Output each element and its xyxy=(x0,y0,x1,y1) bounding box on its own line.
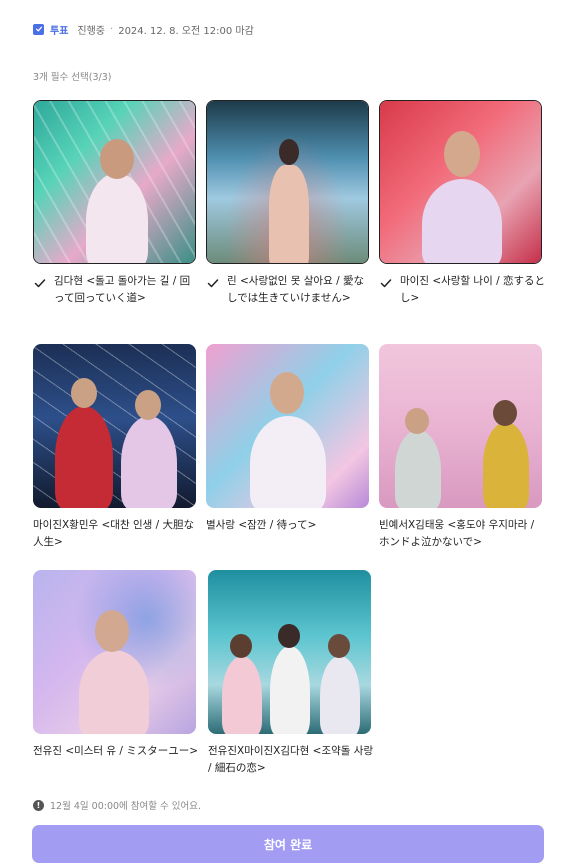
vote-option-card[interactable]: 마이진X황민우 <대찬 인생 / 大胆な人生> xyxy=(33,344,199,551)
vote-option-card[interactable]: 김다현 <돌고 돌아가는 길 / 回って回っていく道> xyxy=(33,100,199,307)
option-thumbnail xyxy=(379,344,542,508)
vote-option-card[interactable]: 빈예서X김태웅 <홍도야 우지마라 / ホンドよ泣かないで> xyxy=(379,344,545,551)
submit-button[interactable]: 참여 완료 xyxy=(32,825,544,863)
option-label: 전유진 <미스터 유 / ミスターユー> xyxy=(33,745,199,757)
option-label: 마이진 <사랑할 나이 / 恋するとし> xyxy=(400,275,545,304)
notice-text: 12월 4일 00:00에 참여할 수 있어요. xyxy=(50,801,202,812)
option-label: 마이진X황민우 <대찬 인생 / 大胆な人生> xyxy=(33,519,194,548)
check-icon xyxy=(34,279,46,288)
option-thumbnail xyxy=(379,100,542,264)
option-label: 전유진X마이진X김다현 <조약돌 사랑 / 細石の恋> xyxy=(208,745,374,774)
notice: ! 12월 4일 00:00에 참여할 수 있어요. xyxy=(33,798,201,812)
option-label: 별사랑 <잠깐 / 待って> xyxy=(206,519,317,531)
vote-option-card[interactable]: 전유진 <미스터 유 / ミスターユー> xyxy=(33,570,199,760)
option-thumbnail xyxy=(33,570,196,734)
check-icon xyxy=(380,279,392,288)
option-thumbnail xyxy=(208,570,371,734)
vote-option-card[interactable]: 마이진 <사랑할 나이 / 恋するとし> xyxy=(379,100,545,307)
vote-option-card[interactable]: 전유진X마이진X김다현 <조약돌 사랑 / 細石の恋> xyxy=(208,570,374,777)
vote-option-card[interactable]: 별사랑 <잠깐 / 待って> xyxy=(206,344,372,534)
option-thumbnail xyxy=(33,344,196,508)
option-thumbnail xyxy=(206,100,369,264)
option-thumbnail xyxy=(33,100,196,264)
option-thumbnail xyxy=(206,344,369,508)
option-label: 린 <사랑없인 못 살아요 / 愛なしでは生きていけません> xyxy=(227,275,364,304)
option-label: 김다현 <돌고 돌아가는 길 / 回って回っていく道> xyxy=(54,275,191,304)
vote-options-grid: 김다현 <돌고 돌아가는 길 / 回って回っていく道> 린 <사랑없인 못 살아… xyxy=(0,0,562,865)
info-icon: ! xyxy=(33,799,44,811)
option-label: 빈예서X김태웅 <홍도야 우지마라 / ホンドよ泣かないで> xyxy=(379,519,535,548)
check-icon xyxy=(207,279,219,288)
vote-option-card[interactable]: 린 <사랑없인 못 살아요 / 愛なしでは生きていけません> xyxy=(206,100,372,307)
